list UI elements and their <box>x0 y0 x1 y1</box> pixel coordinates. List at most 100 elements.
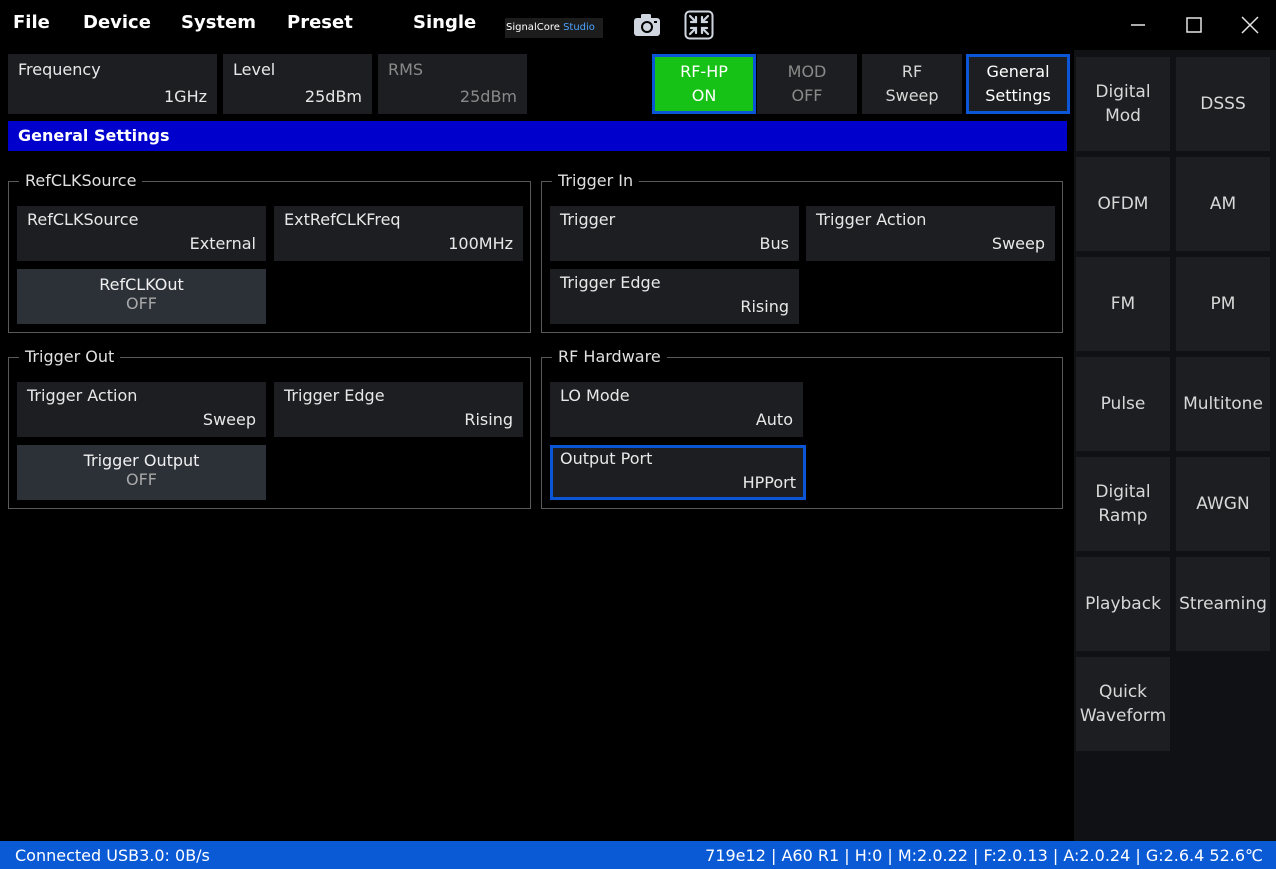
mod-digital-ramp-line1: Digital <box>1095 482 1151 502</box>
refclk-source-value: External <box>189 234 256 253</box>
mod-playback-label: Playback <box>1085 594 1161 614</box>
camera-icon[interactable] <box>632 10 662 40</box>
mod-dsss-label: DSSS <box>1200 94 1246 114</box>
page-title: General Settings <box>8 121 1067 151</box>
output-port-label: Output Port <box>560 449 653 468</box>
menu-single[interactable]: Single <box>413 12 476 33</box>
menu-system[interactable]: System <box>181 12 256 33</box>
ext-refclk-freq-field[interactable]: ExtRefCLKFreq 100MHz <box>274 206 523 261</box>
rms-label: RMS <box>388 60 424 79</box>
lo-mode-label: LO Mode <box>560 386 630 405</box>
mod-toggle[interactable]: MOD OFF <box>757 54 857 114</box>
connection-status: Connected USB3.0: 0B/s <box>15 846 210 865</box>
menu-file[interactable]: File <box>13 12 50 33</box>
trigger-out-group-title: Trigger Out <box>19 347 121 367</box>
trigger-out-group: Trigger Out Trigger Action Sweep Trigger… <box>8 347 531 509</box>
status-bar: Connected USB3.0: 0B/s 719e12 | A60 R1 |… <box>0 841 1276 869</box>
trigger-field[interactable]: Trigger Bus <box>550 206 799 261</box>
frequency-param[interactable]: Frequency 1GHz <box>8 54 217 114</box>
device-info: 719e12 | A60 R1 | H:0 | M:2.0.22 | F:2.0… <box>705 846 1263 865</box>
mod-am-button[interactable]: AM <box>1176 157 1270 251</box>
mod-awgn-label: AWGN <box>1196 494 1250 514</box>
mod-digital-mod-button[interactable]: Digital Mod <box>1076 57 1170 151</box>
level-label: Level <box>233 60 276 79</box>
mod-digital-mod-line2: Mod <box>1105 106 1141 126</box>
mod-pm-label: PM <box>1210 294 1236 314</box>
mod-pm-button[interactable]: PM <box>1176 257 1270 351</box>
mod-digital-ramp-button[interactable]: Digital Ramp <box>1076 457 1170 551</box>
mod-dsss-button[interactable]: DSSS <box>1176 57 1270 151</box>
mod-state: OFF <box>791 86 823 105</box>
trigger-output-label: Trigger Output <box>83 451 200 470</box>
general-settings-button[interactable]: General Settings <box>966 54 1070 114</box>
mod-streaming-label: Streaming <box>1179 594 1267 614</box>
rf-hardware-group: RF Hardware LO Mode Auto Output Port HPP… <box>541 347 1063 509</box>
refclk-source-field[interactable]: RefCLKSource External <box>17 206 266 261</box>
mod-pulse-label: Pulse <box>1100 394 1146 414</box>
brand-suffix: Studio <box>563 22 595 33</box>
mod-awgn-button[interactable]: AWGN <box>1176 457 1270 551</box>
frequency-label: Frequency <box>18 60 101 79</box>
refclk-group-title: RefCLKSource <box>19 171 143 191</box>
general-settings-line2: Settings <box>985 86 1051 105</box>
frequency-value: 1GHz <box>163 87 207 106</box>
collapse-icon[interactable] <box>684 10 714 40</box>
mod-quick-waveform-line1: Quick <box>1098 682 1148 702</box>
trigger-label: Trigger <box>560 210 616 229</box>
mod-playback-button[interactable]: Playback <box>1076 557 1170 651</box>
rf-hp-toggle[interactable]: RF-HP ON <box>652 54 756 114</box>
refclk-out-state: OFF <box>126 294 157 313</box>
level-param[interactable]: Level 25dBm <box>223 54 372 114</box>
mod-multitone-button[interactable]: Multitone <box>1176 357 1270 451</box>
trigger-in-edge-label: Trigger Edge <box>560 273 661 292</box>
brand-name: SignalCore <box>506 22 560 33</box>
mod-ofdm-label: OFDM <box>1097 194 1149 214</box>
trigger-out-action-field[interactable]: Trigger Action Sweep <box>17 382 266 437</box>
trigger-out-edge-label: Trigger Edge <box>284 386 385 405</box>
refclk-out-label: RefCLKOut <box>99 275 184 294</box>
refclk-out-toggle[interactable]: RefCLKOut OFF <box>17 269 266 324</box>
minimize-icon[interactable] <box>1123 10 1153 40</box>
close-icon[interactable] <box>1235 10 1265 40</box>
lo-mode-field[interactable]: LO Mode Auto <box>550 382 803 437</box>
trigger-output-state: OFF <box>126 470 157 489</box>
mod-streaming-button[interactable]: Streaming <box>1176 557 1270 651</box>
trigger-in-edge-field[interactable]: Trigger Edge Rising <box>550 269 799 324</box>
mod-digital-mod-line1: Digital <box>1095 82 1151 102</box>
trigger-out-edge-field[interactable]: Trigger Edge Rising <box>274 382 523 437</box>
trigger-value: Bus <box>759 234 789 253</box>
menu-preset[interactable]: Preset <box>287 12 353 33</box>
trigger-in-group-title: Trigger In <box>552 171 640 191</box>
general-settings-line1: General <box>986 62 1050 81</box>
output-port-field[interactable]: Output Port HPPort <box>550 445 806 500</box>
rf-sweep-button[interactable]: RF Sweep <box>862 54 962 114</box>
rms-value: 25dBm <box>459 87 517 106</box>
mod-quick-waveform-line2: Waveform <box>1079 706 1167 726</box>
trigger-out-edge-value: Rising <box>464 410 513 429</box>
trigger-output-toggle[interactable]: Trigger Output OFF <box>17 445 266 500</box>
ext-refclk-freq-label: ExtRefCLKFreq <box>284 210 401 229</box>
menu-device[interactable]: Device <box>83 12 151 33</box>
ext-refclk-freq-value: 100MHz <box>448 234 513 253</box>
refclk-group: RefCLKSource RefCLKSource External ExtRe… <box>8 171 531 333</box>
mod-ofdm-button[interactable]: OFDM <box>1076 157 1170 251</box>
rf-sweep-line2: Sweep <box>885 86 939 105</box>
trigger-out-action-value: Sweep <box>202 410 256 429</box>
mod-digital-ramp-line2: Ramp <box>1098 506 1148 526</box>
rf-sweep-line1: RF <box>901 62 923 81</box>
level-value: 25dBm <box>304 87 362 106</box>
trigger-in-action-field[interactable]: Trigger Action Sweep <box>806 206 1055 261</box>
mod-quick-waveform-button[interactable]: Quick Waveform <box>1076 657 1170 751</box>
mod-fm-label: FM <box>1110 294 1136 314</box>
maximize-icon[interactable] <box>1179 10 1209 40</box>
modulation-panel: Digital Mod DSSS OFDM AM FM PM Pulse Mult… <box>1074 50 1276 841</box>
mod-pulse-button[interactable]: Pulse <box>1076 357 1170 451</box>
rf-hardware-group-title: RF Hardware <box>552 347 667 367</box>
rf-hp-state: ON <box>691 86 717 105</box>
brand-logo: SignalCore Studio <box>505 18 603 38</box>
trigger-in-action-label: Trigger Action <box>816 210 927 229</box>
lo-mode-value: Auto <box>755 410 793 429</box>
refclk-source-label: RefCLKSource <box>27 210 139 229</box>
trigger-in-action-value: Sweep <box>991 234 1045 253</box>
mod-fm-button[interactable]: FM <box>1076 257 1170 351</box>
